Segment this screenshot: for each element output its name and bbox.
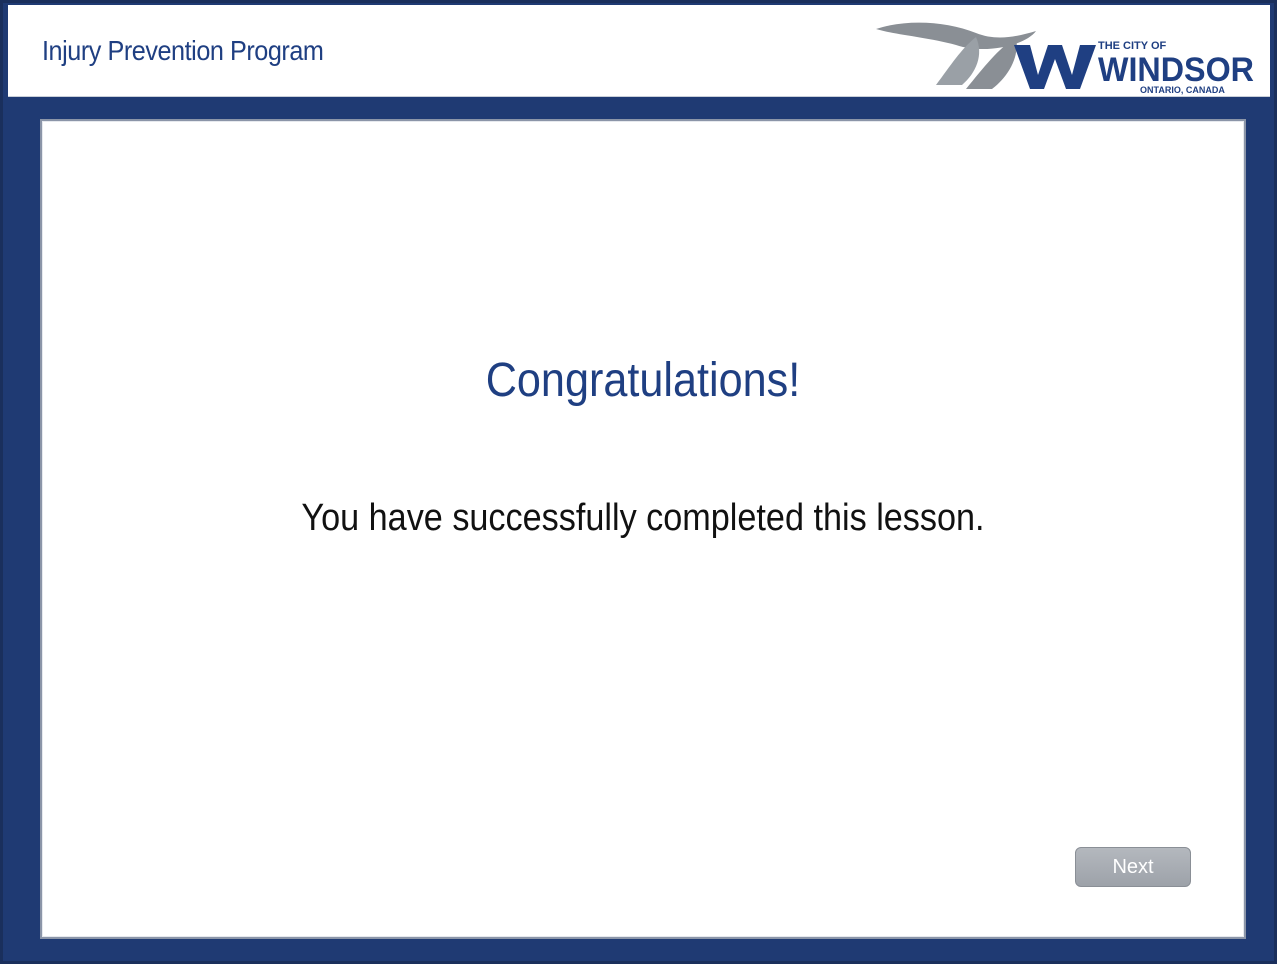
next-button[interactable]: Next — [1075, 847, 1191, 887]
header-bar: Injury Prevention Program THE CITY OF WI… — [8, 5, 1270, 97]
windsor-logo-icon: THE CITY OF WINDSOR ONTARIO, CANADA — [876, 22, 1254, 95]
lesson-content-panel: Congratulations! You have successfully c… — [40, 119, 1246, 939]
app-title: Injury Prevention Program — [42, 35, 324, 66]
completion-heading: Congratulations! — [485, 354, 801, 407]
logo-sub-text: ONTARIO, CANADA — [1140, 85, 1225, 95]
windsor-logo: THE CITY OF WINDSOR ONTARIO, CANADA — [866, 15, 1256, 97]
completion-message: You have successfully completed this les… — [301, 497, 985, 539]
logo-main-text: WINDSOR — [1098, 51, 1254, 89]
